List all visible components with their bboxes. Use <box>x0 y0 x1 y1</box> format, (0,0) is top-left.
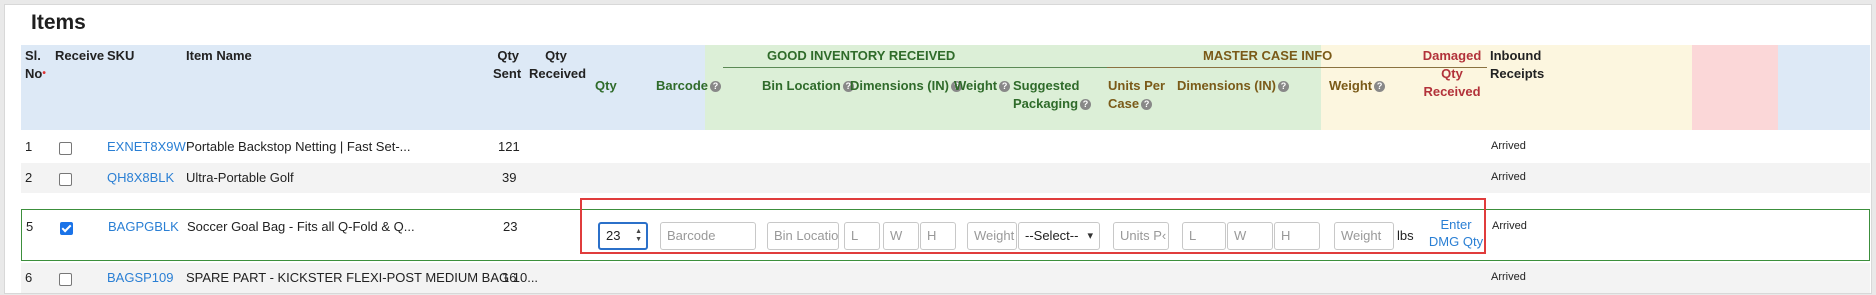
header-receive: Receive <box>55 48 105 63</box>
header-gi-suggested-packaging: Suggested Packaging? <box>1013 77 1092 113</box>
highlight-box <box>580 198 1486 254</box>
item-name: Soccer Goal Bag - Fits all Q-Fold & Q... <box>187 219 415 234</box>
sku-link[interactable]: BAGPGBLK <box>108 219 179 234</box>
table-row: 6 BAGSP109 SPARE PART - KICKSTER FLEXI-P… <box>21 263 1870 293</box>
item-name: Portable Backstop Netting | Fast Set-... <box>186 139 411 154</box>
help-icon: ? <box>1277 81 1289 93</box>
row-sl-no: 2 <box>25 170 33 185</box>
sku-link[interactable]: BAGSP109 <box>107 270 174 285</box>
header-gi-weight: Weight? <box>954 77 1011 95</box>
item-name: SPARE PART - KICKSTER FLEXI-POST MEDIUM … <box>186 270 539 285</box>
receive-checkbox-checked[interactable] <box>60 222 73 235</box>
required-marker: • <box>42 68 46 79</box>
sku-link[interactable]: QH8X8BLK <box>107 170 174 185</box>
header-sku: SKU <box>107 48 135 63</box>
section-title: Items <box>31 11 86 34</box>
qty-sent: 16 <box>502 270 517 285</box>
receive-checkbox[interactable] <box>59 273 72 286</box>
status-text: Arrived <box>1491 140 1526 152</box>
header-sl-no: Sl. No• <box>25 48 46 81</box>
header-damaged-qty: Damaged Qty Received <box>1422 48 1482 99</box>
help-icon: ? <box>1374 81 1386 93</box>
help-icon: ? <box>710 81 722 93</box>
items-panel: Items Sl. No• Receive SKU Item Name Qty S… <box>4 4 1872 294</box>
header-qty-received: Qty Received <box>529 48 587 81</box>
header-band-damaged <box>1692 45 1778 130</box>
header-mc-weight: Weight? <box>1329 77 1386 95</box>
header-gi-qty: Qty <box>595 78 617 93</box>
header-master-case: MASTER CASE INFO <box>1203 48 1333 63</box>
header-mc-dimensions: Dimensions (IN)? <box>1177 77 1289 95</box>
item-name: Ultra-Portable Golf <box>186 170 294 185</box>
header-item-name: Item Name <box>186 48 252 63</box>
header-mc-units-per-case: Units Per Case? <box>1108 78 1166 111</box>
receive-checkbox[interactable] <box>59 173 72 186</box>
row-sl-no: 1 <box>25 139 33 154</box>
help-icon: ? <box>999 81 1011 93</box>
help-icon: ? <box>1080 99 1092 111</box>
header-gi-bin-location: Bin Location? <box>762 77 854 95</box>
status-text: Arrived <box>1491 271 1526 283</box>
row-sl-no: 6 <box>25 270 33 285</box>
header-qty-sent: Qty Sent <box>493 48 522 81</box>
table-row: 2 QH8X8BLK Ultra-Portable Golf 39 Arrive… <box>21 163 1870 193</box>
qty-sent: 121 <box>498 139 520 154</box>
help-icon: ? <box>1141 99 1153 111</box>
qty-sent: 23 <box>503 219 518 234</box>
header-gi-barcode: Barcode? <box>656 77 722 95</box>
sku-link[interactable]: EXNET8X9W <box>107 139 186 154</box>
receive-checkbox[interactable] <box>59 142 72 155</box>
header-inbound-receipts: Inbound Receipts <box>1490 48 1545 81</box>
row-sl-no: 5 <box>26 219 34 234</box>
qty-sent: 39 <box>502 170 517 185</box>
status-text: Arrived <box>1491 171 1526 183</box>
status-text: Arrived <box>1492 220 1527 232</box>
header-band-inbound <box>1778 45 1870 130</box>
table-row: 1 EXNET8X9W Portable Backstop Netting | … <box>21 131 1870 163</box>
header-good-inventory: GOOD INVENTORY RECEIVED <box>767 48 956 63</box>
header-gi-dimensions: Dimensions (IN)? <box>850 77 962 95</box>
